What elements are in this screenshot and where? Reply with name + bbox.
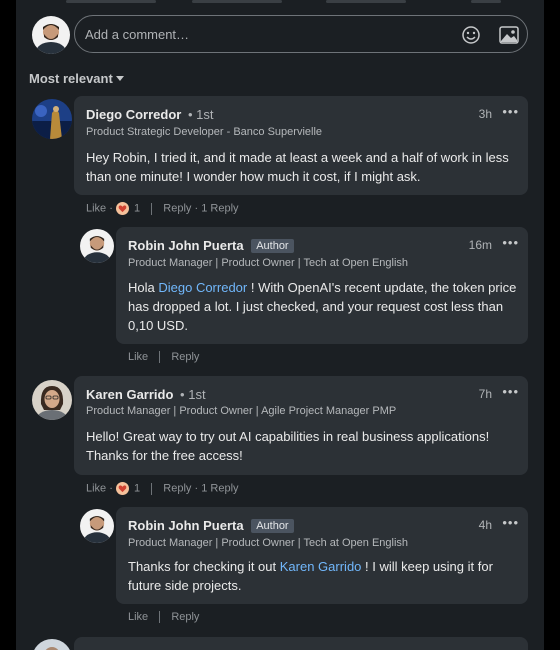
divider bbox=[159, 611, 161, 624]
image-icon[interactable] bbox=[499, 26, 519, 49]
mention-link[interactable]: Diego Corredor bbox=[158, 280, 247, 295]
commenter-headline: Product Manager | Product Owner | Tech a… bbox=[128, 537, 409, 549]
like-button[interactable]: Like bbox=[128, 351, 148, 363]
more-options-icon[interactable]: ••• bbox=[502, 384, 519, 399]
divider bbox=[151, 202, 153, 215]
divider bbox=[159, 351, 161, 364]
divider bbox=[192, 0, 282, 3]
comment-bubble: Diego Corredor • 1st Product Strategic D… bbox=[74, 96, 528, 195]
more-options-icon[interactable]: ••• bbox=[502, 104, 519, 119]
commenter-headline: Product Strategic Developer - Banco Supe… bbox=[86, 126, 323, 138]
author-badge: Author bbox=[251, 519, 294, 533]
emoji-icon[interactable] bbox=[461, 25, 481, 50]
comment-text: Hey Robin, I tried it, and it made at le… bbox=[86, 150, 509, 184]
comment-actions: Like · 1 Reply · 1 Reply bbox=[86, 202, 239, 215]
more-options-icon[interactable]: ••• bbox=[502, 235, 519, 250]
reply-text: Thanks for checking it out Karen Garrido… bbox=[128, 557, 520, 595]
reply-button[interactable]: Reply bbox=[163, 203, 191, 215]
mention-link[interactable]: Karen Garrido bbox=[280, 559, 362, 574]
reply-bubble: Robin John Puerta Author Product Manager… bbox=[116, 507, 528, 604]
commenter-name[interactable]: Robin John Puerta bbox=[128, 238, 244, 253]
reply-text: Hola Diego Corredor ! With OpenAI's rece… bbox=[128, 278, 520, 335]
like-button[interactable]: Like bbox=[86, 203, 106, 215]
commenter-name[interactable]: Karen Garrido bbox=[86, 387, 173, 402]
reply-actions: Like Reply bbox=[128, 351, 199, 364]
avatar[interactable] bbox=[80, 509, 114, 543]
commenter-headline: Product Manager | Product Owner | Agile … bbox=[86, 405, 397, 417]
commenter-headline: Product Manager | Product Owner | Tech a… bbox=[128, 257, 409, 269]
avatar[interactable] bbox=[80, 229, 114, 263]
divider bbox=[471, 0, 501, 3]
reply-text-start: Thanks for checking it out bbox=[128, 559, 280, 574]
divider bbox=[66, 0, 156, 3]
comment-input[interactable]: Add a comment… bbox=[74, 15, 528, 53]
commenter-name[interactable]: Robin John Puerta bbox=[128, 518, 244, 533]
reply-actions: Like Reply bbox=[128, 611, 199, 624]
sort-label: Most relevant bbox=[29, 71, 113, 86]
reply-button[interactable]: Reply bbox=[163, 483, 191, 495]
like-button[interactable]: Like bbox=[86, 483, 106, 495]
comment-text: Hello! Great way to try out AI capabilit… bbox=[86, 429, 490, 463]
comment-bubble: Karen Garrido • 1st Product Manager | Pr… bbox=[74, 376, 528, 475]
reply-button[interactable]: Reply bbox=[171, 351, 199, 363]
replies-count[interactable]: 1 Reply bbox=[201, 203, 238, 215]
like-button[interactable]: Like bbox=[128, 611, 148, 623]
connection-degree: • 1st bbox=[180, 387, 206, 402]
heart-reaction-icon[interactable] bbox=[115, 202, 129, 215]
comment-time: 16m bbox=[468, 238, 492, 252]
reaction-count[interactable]: 1 bbox=[134, 483, 140, 495]
comment-bubble bbox=[74, 637, 528, 650]
heart-reaction-icon[interactable] bbox=[115, 482, 129, 495]
avatar[interactable] bbox=[32, 99, 72, 139]
comments-panel: Add a comment… Most relevant Diego Corre… bbox=[16, 0, 544, 650]
reply-button[interactable]: Reply bbox=[171, 611, 199, 623]
author-badge: Author bbox=[251, 239, 294, 253]
reply-text-start: Hola bbox=[128, 280, 159, 295]
sort-dropdown[interactable]: Most relevant bbox=[29, 71, 124, 86]
chevron-down-icon bbox=[115, 76, 124, 81]
connection-degree: • 1st bbox=[187, 107, 214, 122]
reaction-count[interactable]: 1 bbox=[134, 203, 140, 215]
divider bbox=[151, 482, 153, 495]
comment-actions: Like · 1 Reply · 1 Reply bbox=[86, 482, 239, 495]
avatar[interactable] bbox=[32, 639, 72, 650]
comment-placeholder: Add a comment… bbox=[85, 27, 190, 42]
replies-count[interactable]: 1 Reply bbox=[201, 483, 238, 495]
my-avatar[interactable] bbox=[32, 16, 70, 54]
divider bbox=[326, 0, 406, 3]
comment-time: 7h bbox=[478, 387, 492, 401]
commenter-name[interactable]: Diego Corredor bbox=[86, 107, 181, 122]
more-options-icon[interactable]: ••• bbox=[502, 515, 519, 530]
comment-time: 4h bbox=[478, 518, 492, 532]
comment-time: 3h bbox=[478, 107, 492, 121]
avatar[interactable] bbox=[32, 380, 72, 420]
reply-bubble: Robin John Puerta Author Product Manager… bbox=[116, 227, 528, 344]
